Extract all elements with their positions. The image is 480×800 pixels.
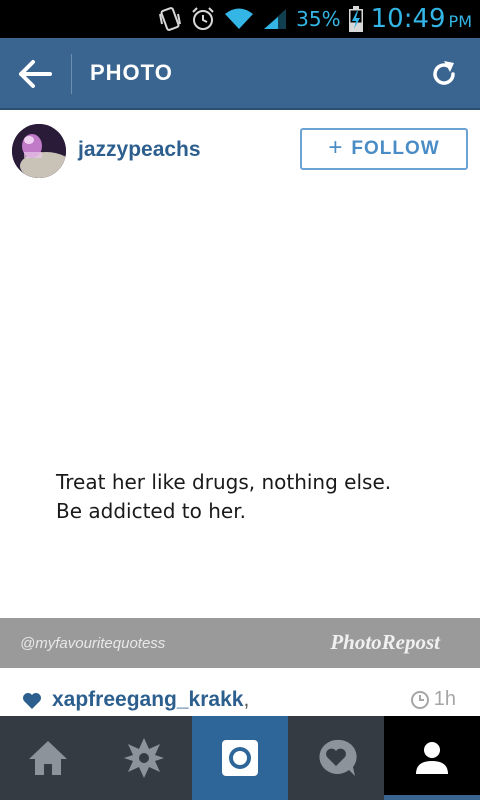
page-title: PHOTO: [90, 60, 173, 85]
action-bar-divider: [71, 54, 72, 94]
active-tab-indicator: [384, 795, 480, 800]
heart-icon: [22, 692, 42, 715]
alarm-icon: [190, 6, 216, 32]
plus-icon: +: [328, 133, 344, 161]
clock: 10:49 PM: [371, 4, 472, 34]
bottom-nav: [0, 716, 480, 800]
nav-tab-profile[interactable]: [384, 716, 480, 800]
status-icons: 35% 10:49 PM: [158, 0, 472, 38]
follow-label: FOLLOW: [351, 138, 440, 159]
post-header: jazzypeachs + FOLLOW: [0, 110, 480, 190]
liker-link[interactable]: xapfreegang_krakk,: [52, 688, 249, 712]
battery-percent: 35%: [296, 7, 341, 31]
activity-heart-icon: [319, 739, 357, 776]
action-bar: PHOTO: [0, 38, 480, 110]
quote-text: Treat her like drugs, nothing else. Be a…: [56, 468, 391, 526]
wifi-icon: [224, 7, 254, 31]
time-ago-label: 1h: [433, 688, 456, 710]
clock-icon: [410, 690, 429, 709]
refresh-button[interactable]: [426, 56, 462, 92]
follow-button[interactable]: + FOLLOW: [300, 128, 468, 170]
vibrate-icon: [158, 6, 182, 32]
photorepost-watermark: PhotoRepost: [330, 630, 440, 654]
battery-charging-icon: [348, 6, 363, 32]
clock-time: 10:49: [370, 4, 446, 34]
signal-icon: [262, 7, 288, 31]
liker-name[interactable]: xapfreegang_krakk: [52, 688, 243, 711]
quote-line-2: Be addicted to her.: [56, 499, 246, 523]
source-handle: @myfavouritequotess: [20, 635, 166, 652]
post-time: 1h: [410, 688, 456, 711]
username-link[interactable]: jazzypeachs: [78, 138, 201, 162]
refresh-icon: [433, 61, 455, 85]
explore-icon: [124, 738, 164, 778]
home-icon: [29, 741, 67, 775]
camera-icon: [222, 740, 258, 776]
photo-watermark-bar: @myfavouritequotess PhotoRepost: [0, 618, 480, 668]
profile-icon: [416, 742, 448, 774]
liker-separator: ,: [243, 688, 250, 711]
quote-line-1: Treat her like drugs, nothing else.: [56, 470, 392, 494]
post-photo[interactable]: Treat her like drugs, nothing else. Be a…: [0, 190, 480, 668]
nav-tab-camera[interactable]: [192, 716, 288, 800]
back-arrow-icon: [19, 60, 52, 88]
back-button[interactable]: [14, 54, 56, 94]
status-bar: 35% 10:49 PM: [0, 0, 480, 38]
nav-tab-home[interactable]: [0, 716, 96, 800]
clock-ampm: PM: [448, 12, 472, 31]
nav-tab-news[interactable]: [288, 716, 384, 800]
likes-row: xapfreegang_krakk, 1h: [0, 668, 480, 716]
nav-tab-explore[interactable]: [96, 716, 192, 800]
avatar[interactable]: [12, 124, 66, 178]
